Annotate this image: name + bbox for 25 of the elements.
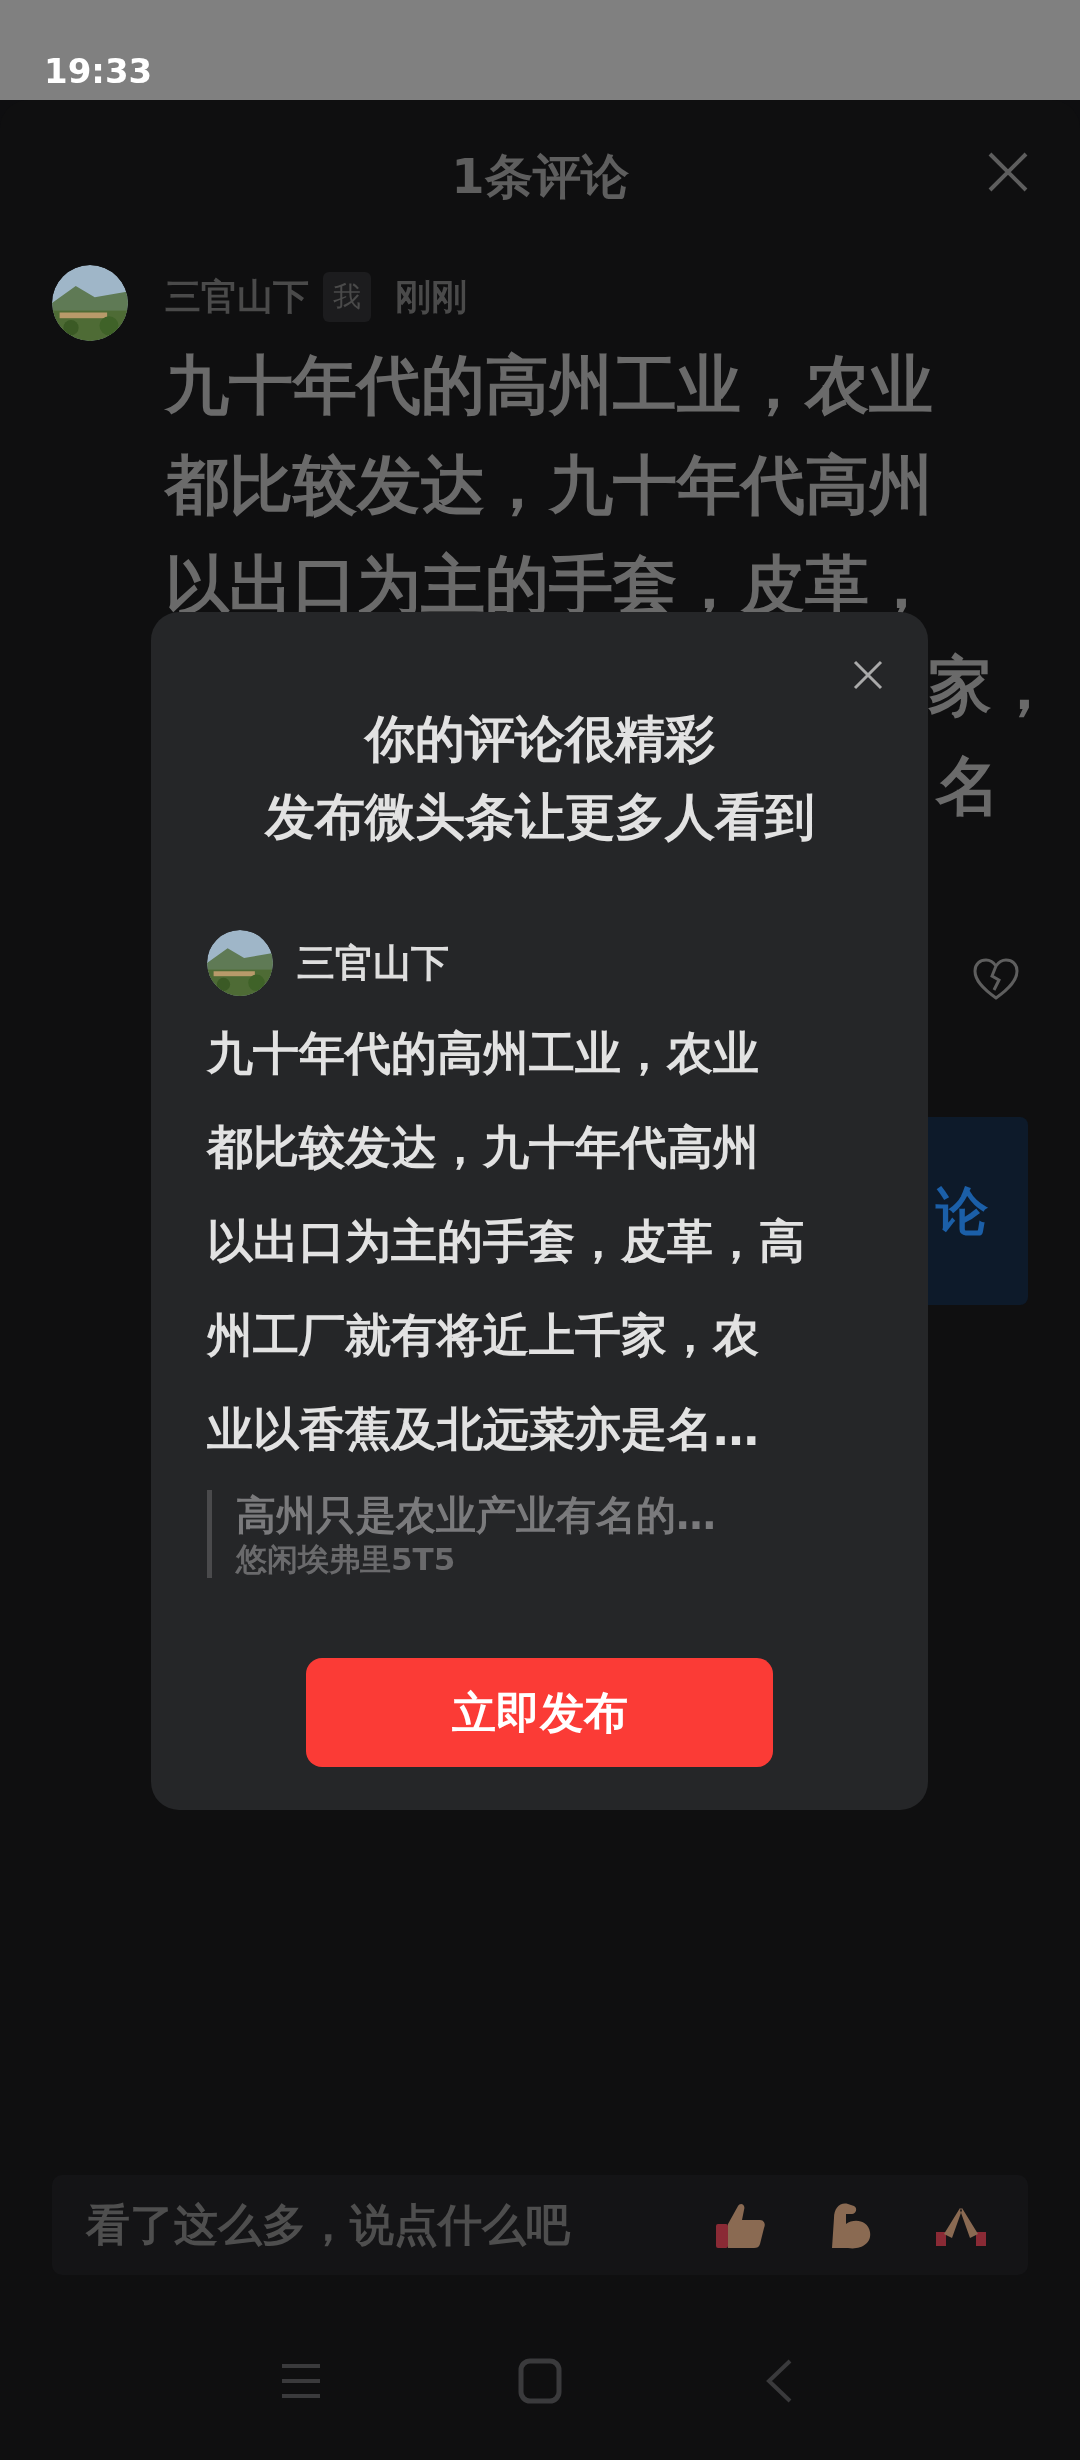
author-name[interactable]: 三官山下 [165, 270, 309, 324]
home-icon[interactable] [518, 2358, 562, 2404]
quoted-author: 悠闲埃弗里5T5 [236, 1540, 457, 1578]
broken-heart-icon[interactable] [972, 958, 1020, 1002]
author-name: 三官山下 [297, 939, 449, 987]
comment-text: 九十年代的高州工业，农业 [165, 347, 933, 424]
comment-text: 都比较发达，九十年代高州 [165, 447, 933, 524]
status-time: 19:33 [44, 50, 153, 93]
publish-button[interactable]: 立即发布 [306, 1658, 773, 1767]
comment-time: 刚刚 [395, 275, 467, 319]
quoted-comment: 高州只是农业产业有名的… [236, 1491, 716, 1540]
comment-text: 家， [928, 648, 1056, 725]
comment-text: 名 [936, 748, 1000, 825]
dialog-title: 发布微头条让更多人看到 [264, 787, 815, 848]
sheet-title: 1条评论 [450, 147, 630, 206]
comment-input[interactable]: 看了这么多，说点什么吧 [52, 2175, 1028, 2275]
close-icon[interactable] [986, 150, 1030, 194]
comment-text: 都比较发达，九十年代高州 [207, 1119, 760, 1176]
comment-text: 以出口为主的手套，皮革，高 [207, 1213, 805, 1270]
dialog-title: 你的评论很精彩 [364, 709, 715, 770]
comment-text: 州工厂就有将近上千家，农 [207, 1307, 760, 1364]
close-icon[interactable] [853, 660, 883, 690]
comment-text: 九十年代的高州工业，农业 [207, 1025, 760, 1082]
comment-text: 业以香蕉及北远菜亦是名… [207, 1401, 760, 1458]
back-icon[interactable] [764, 2358, 794, 2404]
